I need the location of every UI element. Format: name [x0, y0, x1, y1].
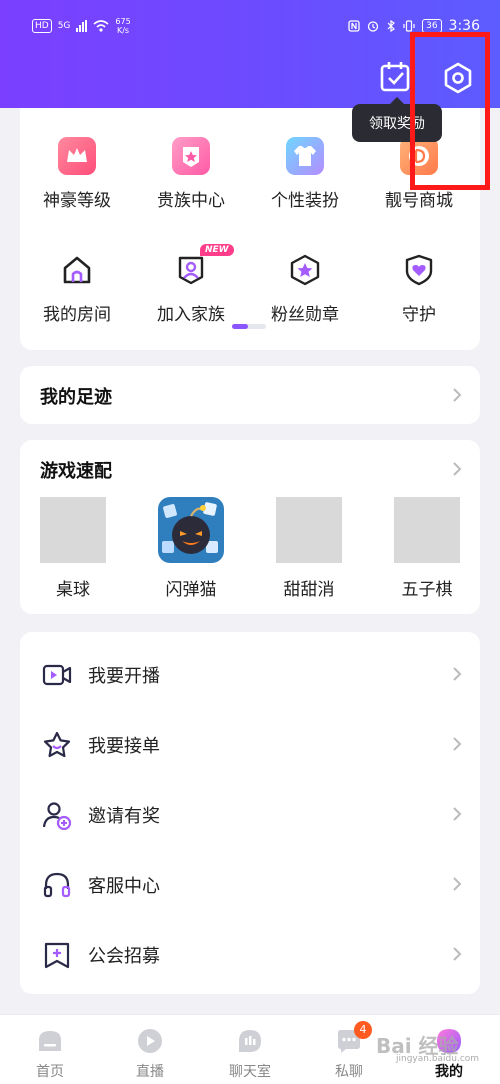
game-item-gomoku[interactable]: 五子棋	[392, 497, 462, 600]
grid-item-noble-level[interactable]: 神豪等级	[22, 136, 132, 211]
menu-item-start-live[interactable]: 我要开播	[20, 644, 480, 704]
grid-item-my-room[interactable]: 我的房间	[22, 250, 132, 325]
footprint-title: 我的足迹	[40, 387, 112, 408]
chevron-right-icon	[453, 737, 462, 751]
highlight-annotation-box	[410, 32, 490, 190]
home-icon	[63, 256, 91, 284]
game-item-bomb-cat[interactable]: 闪弹猫	[156, 497, 226, 600]
hd-badge: HD	[32, 19, 52, 33]
family-icon	[178, 256, 204, 285]
home-tab-icon	[39, 1031, 61, 1051]
baidu-watermark-url: jingyan.baidu.com	[396, 1054, 480, 1064]
play-tab-icon	[138, 1029, 162, 1053]
headphones-icon	[43, 872, 71, 898]
games-title: 游戏速配	[40, 461, 112, 482]
menu-item-take-orders[interactable]: 我要接单	[20, 714, 480, 774]
chevron-right-icon[interactable]	[452, 462, 462, 476]
invite-user-icon	[42, 802, 72, 830]
unread-count-badge: 4	[354, 1021, 372, 1039]
game-match-card: 游戏速配 桌球 闪弹猫 甜甜消 五子棋	[20, 440, 480, 614]
grid-pager	[232, 324, 266, 329]
noble-badge-icon	[172, 137, 210, 175]
game-item-sweet-match[interactable]: 甜甜消	[274, 497, 344, 600]
guild-flag-icon	[44, 942, 70, 969]
game-item-billiards[interactable]: 桌球	[38, 497, 108, 600]
crown-icon	[58, 137, 96, 175]
alarm-icon	[367, 21, 379, 32]
menu-item-guild-recruit[interactable]: 公会招募	[20, 924, 480, 984]
menu-item-invite-reward[interactable]: 邀请有奖	[20, 784, 480, 844]
vibrate-icon	[403, 20, 415, 32]
grid-item-dress-up[interactable]: 个性装扮	[250, 136, 360, 211]
shield-heart-icon	[405, 254, 433, 286]
battery-indicator: 36	[422, 19, 442, 33]
star-medal-icon	[290, 254, 320, 286]
service-menu-card: 我要开播 我要接单 邀请有奖 客服中心 公会招募	[20, 632, 480, 994]
wifi-icon	[93, 20, 109, 32]
my-footprint-row[interactable]: 我的足迹	[20, 366, 480, 424]
signal-icon	[76, 20, 88, 32]
nfc-icon	[348, 20, 360, 32]
grid-item-guard[interactable]: 守护	[364, 250, 474, 325]
game-thumbnail	[394, 497, 460, 563]
grid-item-fan-medal[interactable]: 粉丝勋章	[250, 250, 360, 325]
grid-item-noble-center[interactable]: 贵族中心	[136, 136, 246, 211]
chevron-right-icon	[453, 947, 462, 961]
network-label: 5G	[57, 21, 71, 31]
chevron-right-icon	[453, 877, 462, 891]
chatroom-tab-icon	[239, 1030, 261, 1052]
bluetooth-icon	[387, 20, 396, 32]
tab-chatroom[interactable]: 聊天室	[215, 1027, 285, 1081]
chevron-right-icon	[453, 667, 462, 681]
chevron-right-icon	[453, 807, 462, 821]
speed-value: 675	[115, 17, 131, 26]
bomb-cat-game-icon	[158, 497, 224, 563]
calendar-check-icon[interactable]	[378, 60, 414, 94]
game-thumbnail	[276, 497, 342, 563]
menu-item-customer-service[interactable]: 客服中心	[20, 854, 480, 914]
new-badge: NEW	[200, 244, 234, 256]
chevron-right-icon	[453, 388, 462, 402]
network-speed: 675 K/s	[115, 17, 130, 35]
tshirt-icon	[286, 137, 324, 175]
game-thumbnail	[40, 497, 106, 563]
grid-item-join-family[interactable]: NEW 加入家族	[136, 244, 246, 325]
live-video-icon	[42, 664, 72, 686]
star-order-icon	[43, 731, 71, 758]
tab-home[interactable]: 首页	[15, 1027, 85, 1081]
speed-unit: K/s	[116, 26, 130, 35]
tab-live[interactable]: 直播	[115, 1027, 185, 1081]
tab-private-chat[interactable]: 4 私聊	[314, 1021, 384, 1081]
